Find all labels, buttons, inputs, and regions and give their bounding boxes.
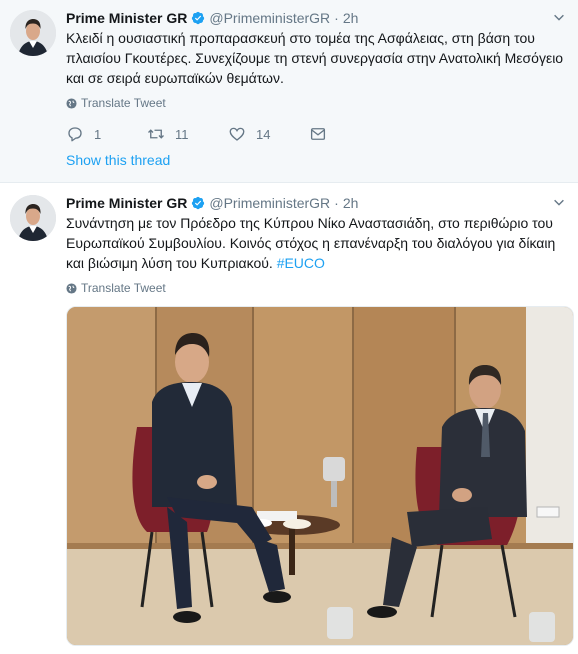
timestamp[interactable]: 2h	[343, 195, 359, 211]
tweet-header: Prime Minister GR @PrimeministerGR · 2h	[66, 8, 568, 28]
globe-icon	[66, 97, 77, 109]
timestamp[interactable]: 2h	[343, 10, 359, 26]
retweet-icon	[148, 129, 164, 139]
tweet-photo[interactable]	[66, 306, 574, 646]
like-icon	[229, 127, 245, 141]
direct-message-button[interactable]	[309, 125, 390, 143]
reply-icon	[68, 127, 82, 142]
translate-tweet-link[interactable]: Translate Tweet	[66, 280, 568, 296]
show-thread-link[interactable]: Show this thread	[66, 152, 568, 168]
tweet-header: Prime Minister GR @PrimeministerGR · 2h	[66, 193, 568, 213]
tweet-text: Κλειδί η ουσιαστική προπαρασκευή στο τομ…	[66, 30, 564, 86]
tweet-actions: 1 11 14	[66, 123, 568, 145]
chevron-down-icon[interactable]	[552, 195, 566, 209]
verified-badge-icon	[192, 196, 205, 210]
translate-tweet-link[interactable]: Translate Tweet	[66, 95, 568, 111]
tweet-1[interactable]: Prime Minister GR @PrimeministerGR · 2h …	[0, 0, 578, 183]
tweet-text: Συνάντηση με τον Πρόεδρο της Κύπρου Νίκο…	[66, 213, 568, 273]
meeting-photo	[67, 307, 573, 645]
handle[interactable]: @PrimeministerGR	[209, 10, 330, 26]
tweet-2[interactable]: Prime Minister GR @PrimeministerGR · 2h …	[0, 183, 578, 654]
globe-icon	[66, 282, 77, 294]
tweet-content: Prime Minister GR @PrimeministerGR · 2h …	[66, 8, 568, 168]
like-count: 14	[256, 126, 271, 142]
retweet-button[interactable]: 11	[147, 125, 228, 143]
handle[interactable]: @PrimeministerGR	[209, 195, 330, 211]
tweet-content: Prime Minister GR @PrimeministerGR · 2h …	[66, 193, 568, 296]
separator-dot: ·	[334, 195, 339, 211]
display-name[interactable]: Prime Minister GR	[66, 195, 187, 211]
reply-button[interactable]: 1	[66, 125, 147, 143]
avatar[interactable]	[10, 195, 56, 241]
chevron-down-icon[interactable]	[552, 10, 566, 24]
message-icon	[310, 128, 326, 140]
avatar-image	[10, 195, 56, 241]
translate-label: Translate Tweet	[81, 96, 166, 110]
avatar[interactable]	[10, 10, 56, 56]
like-button[interactable]: 14	[228, 125, 309, 143]
separator-dot: ·	[334, 10, 339, 26]
avatar-image	[10, 10, 56, 56]
hashtag-link[interactable]: #EUCO	[277, 255, 325, 271]
retweet-count: 11	[175, 126, 189, 142]
display-name[interactable]: Prime Minister GR	[66, 10, 187, 26]
translate-label: Translate Tweet	[81, 281, 166, 295]
verified-badge-icon	[192, 11, 205, 25]
reply-count: 1	[94, 126, 102, 142]
